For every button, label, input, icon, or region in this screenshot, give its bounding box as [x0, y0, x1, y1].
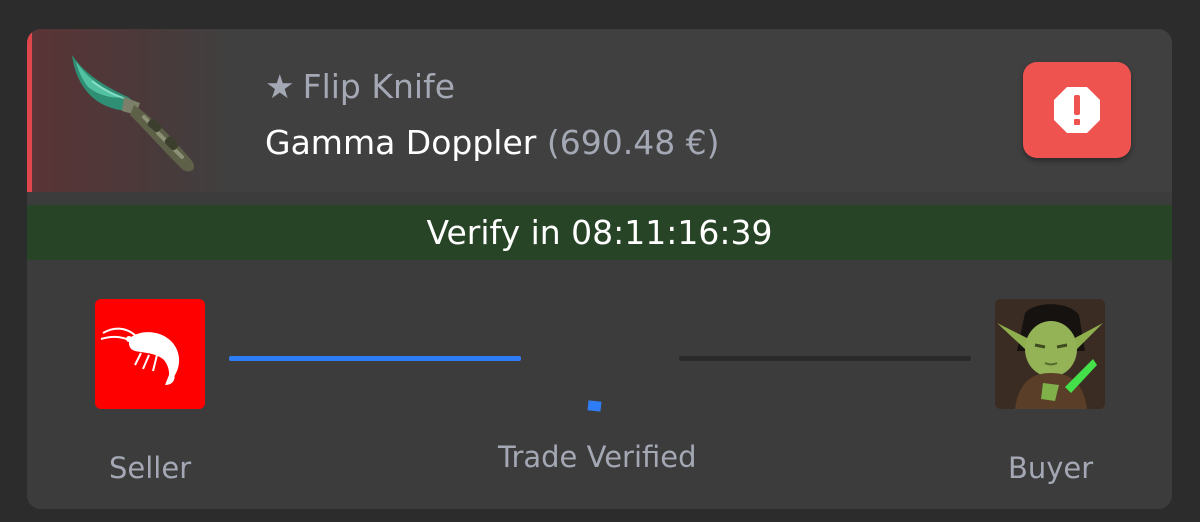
trade-status-label: Trade Verified	[498, 440, 697, 474]
alert-octagon-icon	[1054, 87, 1100, 133]
progress-bar-seller	[229, 356, 521, 361]
item-row[interactable]: ★ Flip Knife Gamma Doppler (690.48 €)	[27, 29, 1172, 192]
verify-timer: Verify in 08:11:16:39	[27, 205, 1172, 260]
progress-bar-buyer	[679, 356, 971, 361]
item-finish: Gamma Doppler	[265, 123, 537, 162]
trade-card: ★ Flip Knife Gamma Doppler (690.48 €) Ver…	[27, 29, 1172, 509]
item-name: Flip Knife	[302, 67, 455, 106]
item-finish-line: Gamma Doppler (690.48 €)	[265, 123, 720, 163]
shrimp-icon	[100, 327, 180, 385]
flip-knife-icon	[72, 55, 195, 172]
item-name-line: ★ Flip Knife	[265, 67, 455, 107]
seller-label: Seller	[109, 451, 192, 485]
item-image	[32, 29, 232, 192]
buyer-label: Buyer	[1008, 451, 1094, 485]
yoda-avatar	[995, 299, 1105, 409]
report-button[interactable]	[1023, 62, 1131, 158]
seller-avatar[interactable]	[95, 299, 205, 409]
buyer-avatar[interactable]	[995, 299, 1105, 409]
trade-progress-section: Seller Trade Verified Buyer	[27, 272, 1172, 509]
loading-indicator	[587, 400, 602, 412]
star-icon: ★	[265, 67, 295, 106]
item-price: (690.48 €)	[546, 123, 720, 162]
